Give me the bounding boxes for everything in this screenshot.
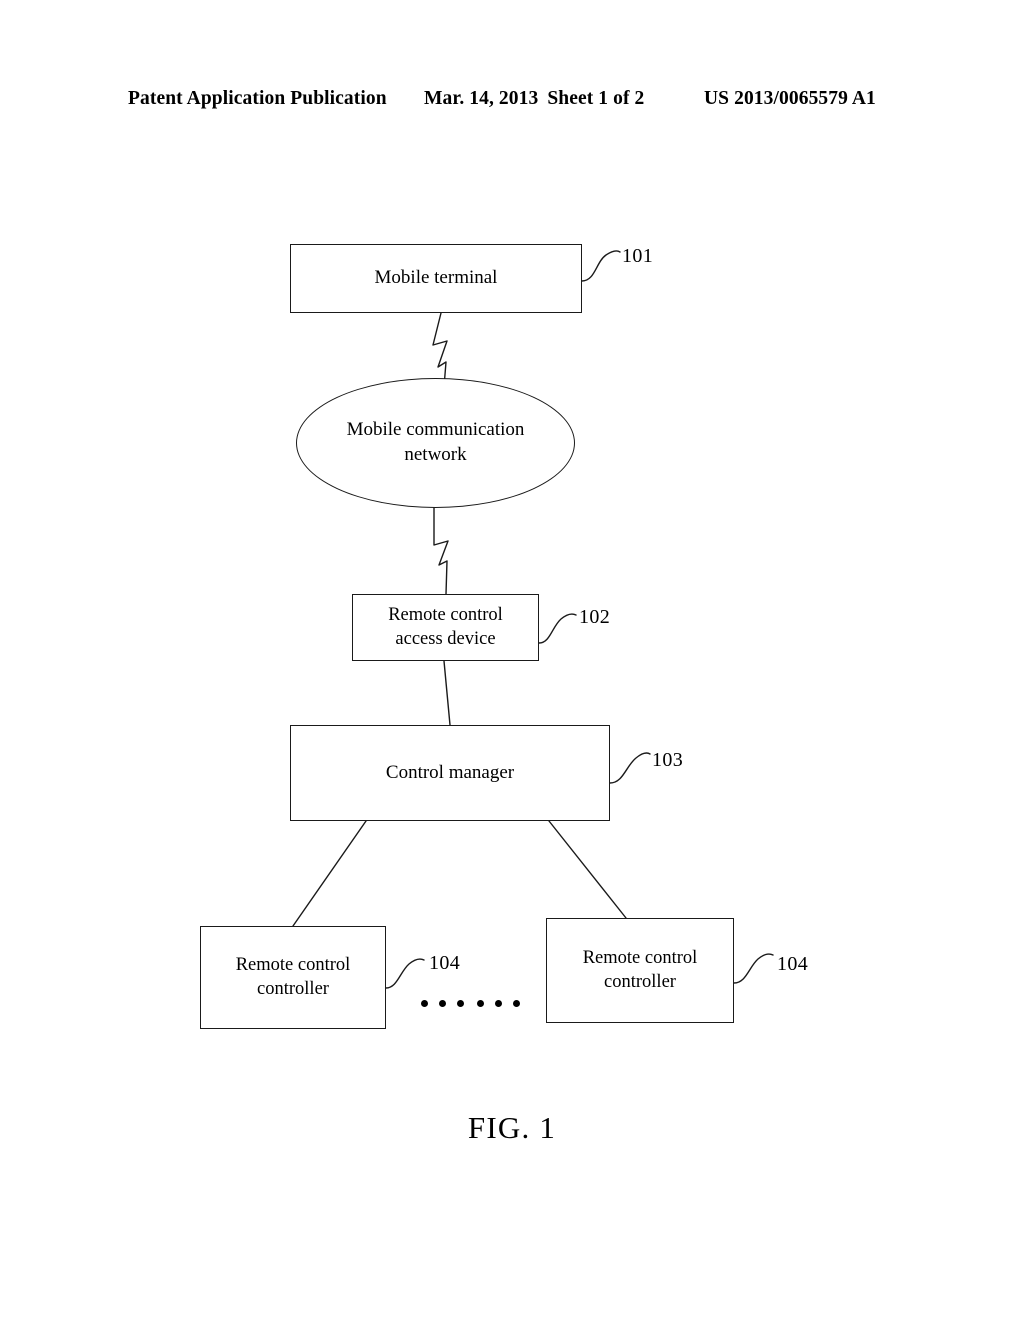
node-remote-control-controller-left-label: Remote control controller: [235, 954, 351, 999]
node-control-manager: Control manager: [290, 725, 610, 821]
node-remote-control-controller-left: Remote control controller: [200, 926, 386, 1029]
figure-caption: FIG. 1: [467, 1110, 557, 1145]
reference-numeral-101: 101: [622, 245, 654, 267]
reference-numeral-104-right: 104: [777, 953, 809, 975]
node-remote-control-access-device: Remote control access device: [352, 594, 539, 661]
link-control-manager-controller-right: [548, 820, 627, 919]
reference-numeral-102: 102: [579, 606, 611, 628]
node-remote-control-access-device-label: Remote control access device: [388, 604, 503, 649]
node-remote-control-controller-right-label: Remote control controller: [582, 947, 698, 992]
ellipsis-dot: [439, 1000, 446, 1007]
node-control-manager-label: Control manager: [385, 761, 515, 783]
reference-numeral-104-left: 104: [429, 952, 461, 974]
node-mobile-terminal: Mobile terminal: [290, 244, 582, 313]
ellipsis-dot: [457, 1000, 464, 1007]
wireless-link-network-access: [433, 505, 449, 595]
reference-numeral-103: 103: [652, 749, 684, 771]
ellipsis-dot: [513, 1000, 520, 1007]
ellipsis-dots-right: [477, 1000, 520, 1007]
leader-104-left: [385, 958, 425, 989]
link-access-control-manager: [443, 660, 451, 726]
leader-103: [609, 752, 651, 784]
wireless-link-terminal-network: [432, 312, 448, 388]
node-mobile-terminal-label: Mobile terminal: [374, 267, 498, 289]
leader-101: [581, 250, 621, 282]
link-control-manager-controller-left: [292, 820, 367, 927]
node-mobile-communication-network-label: Mobile communication network: [346, 419, 525, 465]
leader-102: [538, 613, 577, 644]
figure-1-diagram: Mobile terminal 101 Mobile communication…: [0, 0, 1024, 1320]
ellipsis-dot: [421, 1000, 428, 1007]
node-remote-control-controller-right: Remote control controller: [546, 918, 734, 1023]
ellipsis-dot: [495, 1000, 502, 1007]
leader-104-right: [733, 953, 774, 984]
ellipsis-dot: [477, 1000, 484, 1007]
node-mobile-communication-network: Mobile communication network: [296, 378, 575, 508]
ellipsis-dots-left: [421, 1000, 464, 1007]
